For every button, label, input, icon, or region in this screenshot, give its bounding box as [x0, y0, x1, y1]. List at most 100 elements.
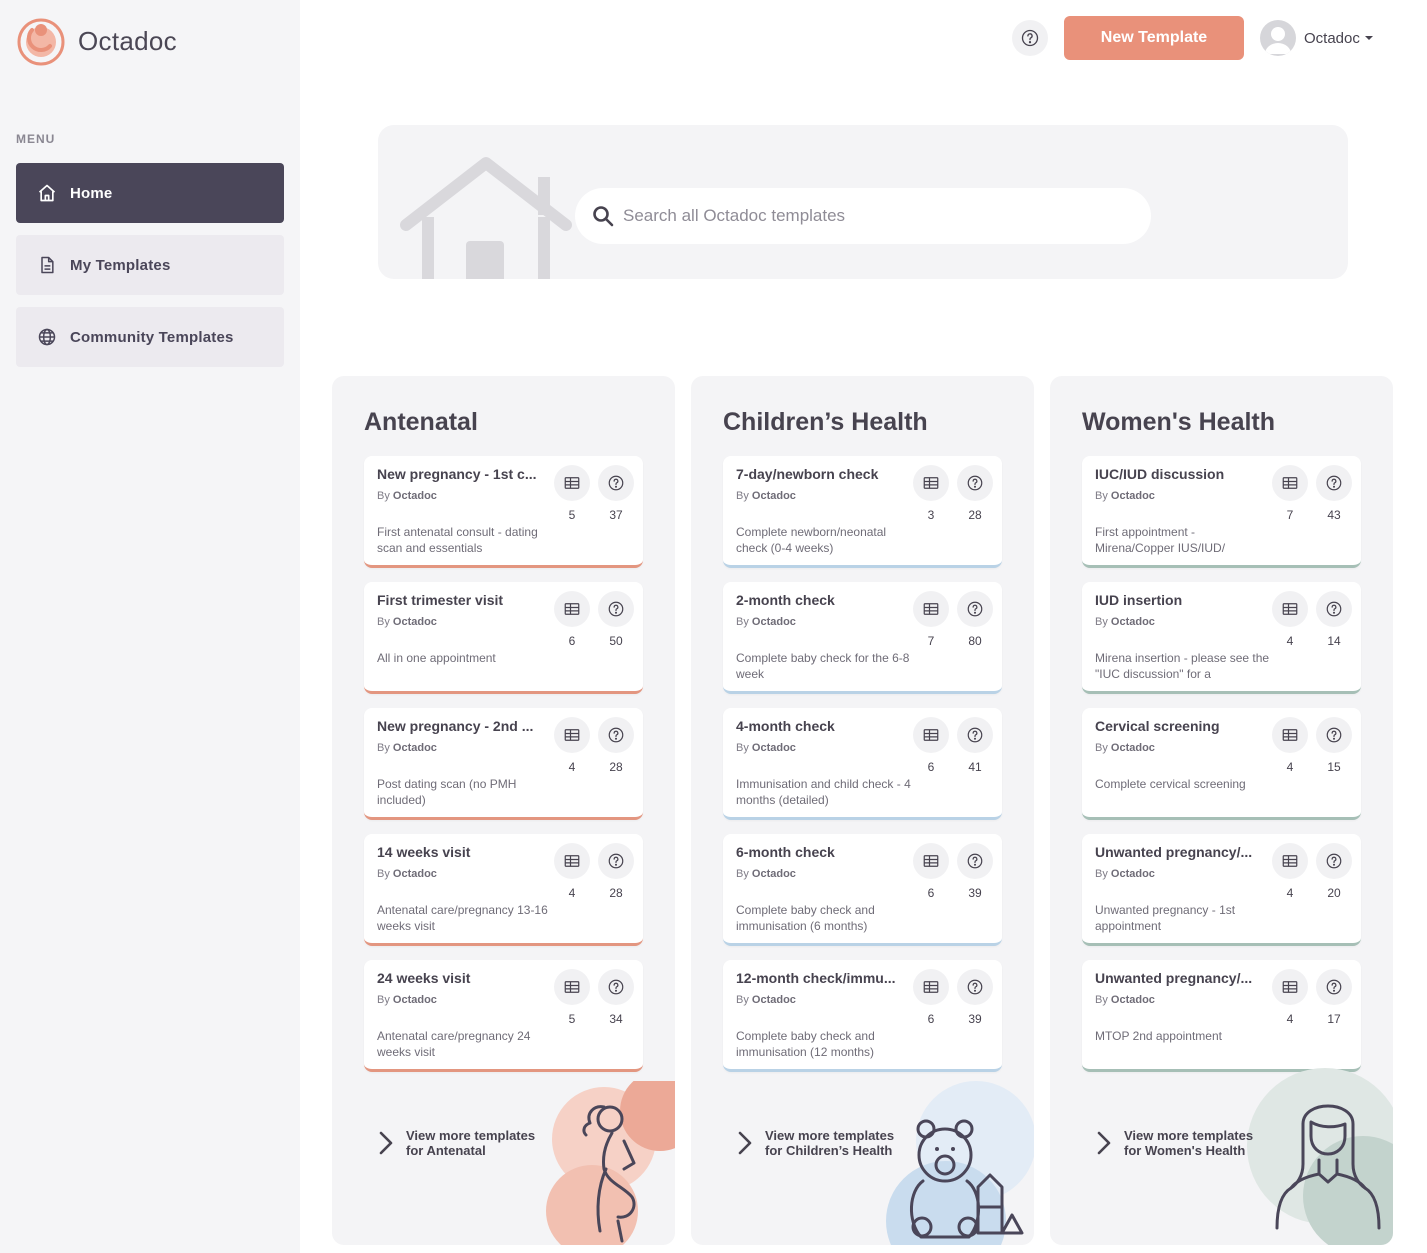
template-card[interactable]: IUD insertion By Octadoc 4 14 Mirena ins… [1082, 582, 1361, 694]
questions-button[interactable] [598, 591, 634, 627]
fields-button[interactable] [554, 591, 590, 627]
questions-count: 37 [609, 508, 623, 522]
fields-count: 3 [927, 508, 935, 522]
fields-button[interactable] [913, 465, 949, 501]
table-icon [1282, 477, 1298, 489]
template-description: Complete baby check for the 6-8 week [736, 651, 910, 681]
fields-button[interactable] [1272, 843, 1308, 879]
template-title: Unwanted pregnancy/... [1095, 844, 1253, 860]
template-description: Unwanted pregnancy - 1st appointment [1095, 903, 1236, 933]
template-card[interactable]: 24 weeks visit By Octadoc 5 34 Antenatal… [364, 960, 643, 1072]
fields-button[interactable] [1272, 969, 1308, 1005]
fields-button[interactable] [554, 843, 590, 879]
user-name: Octadoc [1304, 29, 1360, 47]
fields-button[interactable] [554, 465, 590, 501]
questions-button[interactable] [1316, 717, 1352, 753]
view-more-label: View more templates for Antenatal [406, 1128, 536, 1158]
template-author: By Octadoc [377, 742, 437, 754]
sidebar-item-home[interactable]: Home [16, 163, 284, 223]
logo-text: Octadoc [78, 25, 177, 56]
template-card[interactable]: First trimester visit By Octadoc 6 50 Al… [364, 582, 643, 694]
category-title: Women's Health [1082, 408, 1276, 436]
questions-button[interactable] [957, 717, 993, 753]
template-card[interactable]: IUC/IUD discussion By Octadoc 7 43 First… [1082, 456, 1361, 568]
pregnant-woman-illustration-icon [546, 1081, 675, 1245]
help-button[interactable] [1012, 20, 1048, 56]
template-description: All in one appointment [377, 651, 496, 665]
questions-count: 43 [1327, 508, 1341, 522]
template-card[interactable]: 2-month check By Octadoc 7 80 Complete b… [723, 582, 1002, 694]
questions-button[interactable] [957, 843, 993, 879]
table-icon [1282, 603, 1298, 615]
question-circle-icon [608, 727, 624, 743]
questions-button[interactable] [1316, 591, 1352, 627]
table-icon [923, 603, 939, 615]
search-input[interactable] [623, 206, 1123, 226]
template-author: By Octadoc [1095, 742, 1155, 754]
questions-button[interactable] [957, 465, 993, 501]
view-more-link[interactable]: View more templates for Women's Health [1094, 1128, 1274, 1158]
fields-count: 4 [568, 760, 576, 774]
table-icon [564, 477, 580, 489]
template-card[interactable]: 14 weeks visit By Octadoc 4 28 Antenatal… [364, 834, 643, 946]
template-card[interactable]: Cervical screening By Octadoc 4 15 Compl… [1082, 708, 1361, 820]
sidebar-item-my-templates[interactable]: My Templates [16, 235, 284, 295]
table-icon [923, 477, 939, 489]
fields-count: 6 [927, 760, 935, 774]
questions-count: 41 [968, 760, 982, 774]
question-circle-icon [967, 727, 983, 743]
fields-button[interactable] [913, 591, 949, 627]
template-card[interactable]: Unwanted pregnancy/... By Octadoc 4 20 U… [1082, 834, 1361, 946]
template-card[interactable]: 4-month check By Octadoc 6 41 Immunisati… [723, 708, 1002, 820]
view-more-link[interactable]: View more templates for Antenatal [376, 1128, 556, 1158]
fields-button[interactable] [1272, 717, 1308, 753]
template-description: First appointment - Mirena/Copper IUS/IU… [1095, 525, 1226, 555]
search-field[interactable] [575, 188, 1151, 244]
template-card[interactable]: 6-month check By Octadoc 6 39 Complete b… [723, 834, 1002, 946]
question-circle-icon [608, 601, 624, 617]
questions-count: 34 [609, 1012, 623, 1026]
sidebar-item-community-templates[interactable]: Community Templates [16, 307, 284, 367]
questions-button[interactable] [598, 843, 634, 879]
questions-button[interactable] [1316, 465, 1352, 501]
table-icon [1282, 729, 1298, 741]
fields-count: 7 [1286, 508, 1294, 522]
sidebar-item-label: Community Templates [70, 328, 234, 346]
questions-button[interactable] [1316, 969, 1352, 1005]
questions-button[interactable] [957, 969, 993, 1005]
question-circle-icon [1326, 853, 1342, 869]
template-card[interactable]: New pregnancy - 2nd ... By Octadoc 4 28 … [364, 708, 643, 820]
template-card[interactable]: Unwanted pregnancy/... By Octadoc 4 17 M… [1082, 960, 1361, 1072]
fields-button[interactable] [913, 969, 949, 1005]
questions-count: 17 [1327, 1012, 1341, 1026]
home-icon [36, 182, 58, 204]
template-description: Post dating scan (no PMH included) [377, 777, 517, 807]
view-more-label: View more templates for Women's Health [1124, 1128, 1254, 1158]
fields-button[interactable] [913, 717, 949, 753]
template-card[interactable]: 12-month check/immu... By Octadoc 6 39 C… [723, 960, 1002, 1072]
questions-button[interactable] [598, 465, 634, 501]
logo[interactable]: Octadoc [16, 16, 177, 66]
fields-count: 5 [568, 508, 576, 522]
user-menu[interactable]: Octadoc [1260, 20, 1373, 56]
questions-button[interactable] [1316, 843, 1352, 879]
questions-count: 39 [968, 886, 982, 900]
template-title: IUC/IUD discussion [1095, 466, 1225, 482]
view-more-link[interactable]: View more templates for Children’s Healt… [735, 1128, 915, 1158]
fields-count: 4 [1286, 634, 1294, 648]
fields-button[interactable] [1272, 591, 1308, 627]
template-card[interactable]: New pregnancy - 1st c... By Octadoc 5 37… [364, 456, 643, 568]
fields-button[interactable] [554, 969, 590, 1005]
question-circle-icon [967, 601, 983, 617]
fields-button[interactable] [554, 717, 590, 753]
questions-button[interactable] [598, 717, 634, 753]
template-card[interactable]: 7-day/newborn check By Octadoc 3 28 Comp… [723, 456, 1002, 568]
fields-button[interactable] [1272, 465, 1308, 501]
template-author: By Octadoc [377, 868, 437, 880]
template-author: By Octadoc [1095, 994, 1155, 1006]
fields-button[interactable] [913, 843, 949, 879]
questions-button[interactable] [598, 969, 634, 1005]
template-author: By Octadoc [736, 490, 796, 502]
new-template-button[interactable]: New Template [1064, 16, 1244, 60]
questions-button[interactable] [957, 591, 993, 627]
